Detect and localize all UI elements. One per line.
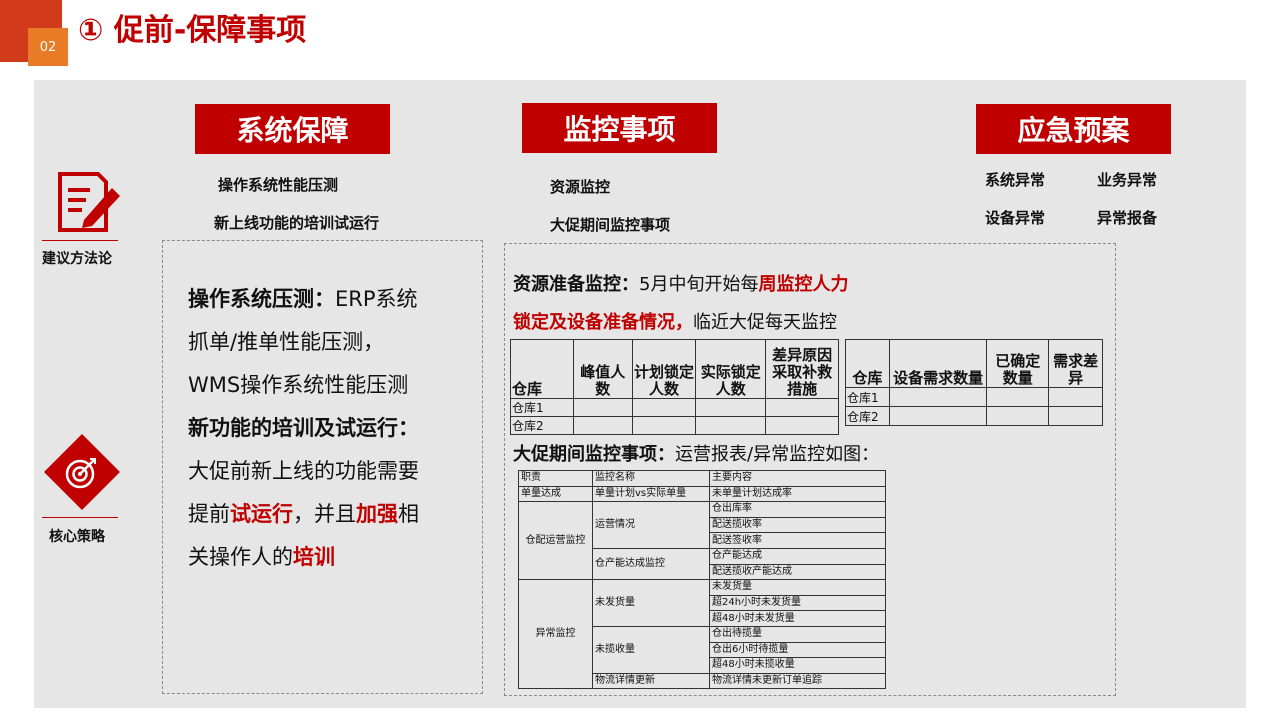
table-cell: 仓产能达成监控 xyxy=(592,547,710,581)
table-cell: 物流详情未更新订单追踪 xyxy=(709,672,886,690)
table-header: 需求差异 xyxy=(1048,339,1103,388)
table-cell: 未发货量 xyxy=(592,579,710,627)
table-header: 仓库 xyxy=(845,339,890,388)
table-header: 计划锁定人数 xyxy=(631,339,697,399)
highlight-text: 锁定及设备准备情况， xyxy=(513,312,693,333)
monitor-item: 大促期间监控事项 xyxy=(550,216,671,234)
highlight-text: 培训 xyxy=(293,545,335,569)
table-header: 主要内容 xyxy=(709,470,886,487)
promo-text: 运营报表/异常监控如图： xyxy=(675,444,880,465)
strategy-label: 核心策略 xyxy=(49,529,105,545)
highlight-text: 周监控人力 xyxy=(758,274,849,295)
table-header: 差异原因采取补救措施 xyxy=(765,339,839,399)
highlight-text: 加强 xyxy=(356,502,398,526)
table-cell: 仓出待揽量 xyxy=(709,625,886,643)
table-cell: 超24h小时未发货量 xyxy=(709,594,886,612)
page-title: ① 促前-保障事项 xyxy=(78,13,307,48)
table-header: 实际锁定人数 xyxy=(695,339,767,399)
resource-title: 资源准备监控： xyxy=(513,274,639,295)
emergency-plan-header: 应急预案 xyxy=(976,104,1171,154)
table-cell: 未单量计划达成率 xyxy=(709,485,886,503)
table-cell: 超48小时未揽收量 xyxy=(709,657,886,674)
system-item: 操作系统性能压测 xyxy=(218,176,339,194)
table-cell: 物流详情更新 xyxy=(592,672,710,690)
table-cell: 仓配运营监控 xyxy=(518,501,593,581)
system-detail-text: 操作系统压测：ERP系统抓单/推单性能压测，WMS操作系统性能压测 新功能的培训… xyxy=(188,278,428,579)
table-cell: 配送签收率 xyxy=(709,532,886,549)
monitor-items-header: 监控事项 xyxy=(522,103,717,153)
table-cell: 单量计划vs实际单量 xyxy=(592,485,710,503)
table-cell: 仓库1 xyxy=(845,387,890,407)
table-header: 设备需求数量 xyxy=(888,339,988,388)
training-text: ，并且 xyxy=(293,502,356,526)
methodology-label: 建议方法论 xyxy=(42,251,112,267)
table-cell: 仓库1 xyxy=(510,398,574,417)
pressure-test-title: 操作系统压测： xyxy=(188,287,335,311)
table-cell: 仓库2 xyxy=(845,406,890,426)
promo-line: 大促期间监控事项：运营报表/异常监控如图： xyxy=(513,440,879,466)
page-number: 02 xyxy=(28,28,68,66)
table-cell: 仓出库率 xyxy=(709,501,886,518)
table-cell: 仓库2 xyxy=(510,416,574,435)
table-cell: 配送揽收率 xyxy=(709,516,886,534)
promo-title: 大促期间监控事项： xyxy=(513,444,675,465)
staff-table: 仓库 峰值人数 计划锁定人数 实际锁定人数 差异原因采取补救措施 仓库1 仓库2 xyxy=(510,339,839,435)
resource-line-1: 资源准备监控：5月中旬开始每周监控人力 xyxy=(513,270,848,296)
monitor-table: 职责 监控名称 主要内容 单量达成 单量计划vs实际单量 未单量计划达成率 仓配… xyxy=(518,470,886,690)
table-header: 监控名称 xyxy=(592,470,710,487)
training-title: 新功能的培训及试运行： xyxy=(188,416,419,440)
equipment-table: 仓库 设备需求数量 已确定数量 需求差异 仓库1 仓库2 xyxy=(845,339,1103,426)
resource-text: 临近大促每天监控 xyxy=(693,312,837,333)
table-cell: 运营情况 xyxy=(592,501,710,549)
table-cell: 配送揽收产能达成 xyxy=(709,563,886,581)
system-item: 新上线功能的培训试运行 xyxy=(214,214,380,232)
table-cell: 未揽收量 xyxy=(592,625,710,674)
table-cell: 未发货量 xyxy=(709,579,886,596)
table-cell: 异常监控 xyxy=(518,579,593,690)
emergency-item: 业务异常 xyxy=(1097,171,1158,189)
table-header: 峰值人数 xyxy=(572,339,633,399)
highlight-text: 试运行 xyxy=(230,502,293,526)
table-header: 仓库 xyxy=(510,339,574,399)
table-header: 已确定数量 xyxy=(986,339,1050,388)
table-cell: 超48小时未发货量 xyxy=(709,610,886,627)
divider xyxy=(42,517,118,518)
table-cell: 仓出6小时待揽量 xyxy=(709,641,886,659)
emergency-item: 设备异常 xyxy=(985,209,1046,227)
monitor-item: 资源监控 xyxy=(550,178,611,196)
emergency-item: 异常报备 xyxy=(1097,209,1158,227)
table-cell: 仓产能达成 xyxy=(709,547,886,565)
target-icon xyxy=(42,432,122,512)
document-pen-icon xyxy=(54,170,124,234)
table-cell: 单量达成 xyxy=(518,485,593,503)
table-header: 职责 xyxy=(518,470,593,487)
emergency-item: 系统异常 xyxy=(985,171,1046,189)
divider xyxy=(42,240,118,241)
system-guarantee-header: 系统保障 xyxy=(195,104,390,154)
resource-text: 5月中旬开始每 xyxy=(639,274,759,295)
resource-line-2: 锁定及设备准备情况，临近大促每天监控 xyxy=(513,308,837,334)
